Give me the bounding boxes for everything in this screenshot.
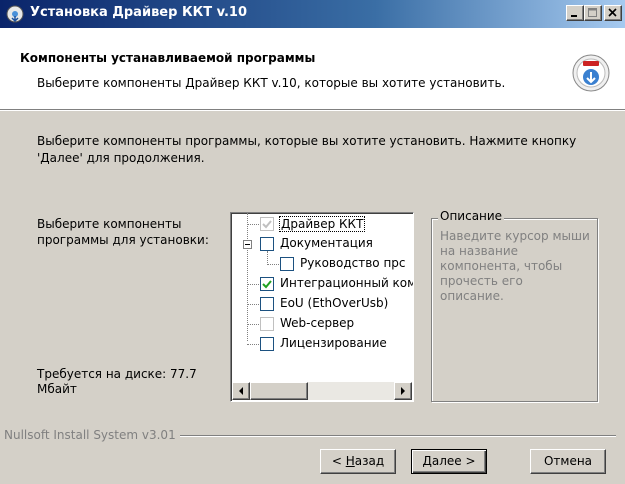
scrollbar-thumb[interactable]: [250, 382, 308, 400]
component-label: Лицензирование: [280, 336, 387, 350]
wizard-header: Компоненты устанавливаемой программы Выб…: [0, 28, 625, 110]
component-label: Драйвер ККТ: [279, 216, 366, 232]
installer-app-icon: [6, 5, 24, 23]
component-checkbox[interactable]: [280, 257, 294, 271]
header-divider: [0, 110, 625, 111]
installer-disc-icon: [572, 54, 610, 92]
component-checkbox[interactable]: [260, 317, 274, 331]
tree-line: [267, 264, 279, 265]
component-checkbox[interactable]: [260, 337, 274, 351]
collapse-toggle[interactable]: [243, 240, 252, 249]
component-label: Руководство прс: [300, 256, 406, 270]
checkmark-icon: [262, 280, 272, 289]
components-tree[interactable]: Драйвер ККТ Документация Руководство прс…: [230, 212, 414, 402]
component-label: EoU (EthOverUsb): [280, 296, 389, 310]
close-button[interactable]: [604, 5, 622, 21]
back-button-mnemonic: Н: [345, 454, 355, 468]
components-tree-viewport: Драйвер ККТ Документация Руководство прс…: [231, 213, 413, 381]
component-checkbox[interactable]: [260, 237, 274, 251]
tree-line: [247, 284, 259, 285]
component-checkbox[interactable]: [260, 217, 274, 231]
window-title: Установка Драйвер ККТ v.10: [30, 5, 248, 20]
tree-line: [267, 251, 268, 265]
description-text: Наведите курсор мыши на название компоне…: [440, 229, 590, 303]
component-label: Интеграционный ком: [280, 276, 413, 290]
component-checkbox[interactable]: [260, 277, 274, 291]
page-title: Компоненты устанавливаемой программы: [20, 51, 316, 65]
checkmark-icon: [262, 220, 272, 229]
title-bar[interactable]: Установка Драйвер ККТ v.10: [0, 0, 625, 28]
scroll-right-button[interactable]: [394, 382, 412, 400]
description-legend: Описание: [438, 209, 505, 223]
next-button-mnemonic: Д: [422, 454, 432, 468]
scroll-left-button[interactable]: [232, 382, 250, 400]
intro-text: Выберите компоненты программы, которые в…: [37, 134, 577, 165]
cancel-button[interactable]: Отмена: [530, 449, 606, 474]
maximize-icon: [588, 8, 597, 17]
next-button[interactable]: Далее >: [411, 449, 487, 474]
back-button-label: азад: [354, 454, 385, 468]
maximize-button[interactable]: [584, 5, 602, 21]
back-button[interactable]: < Назад: [320, 449, 396, 474]
minimize-icon: [571, 15, 577, 17]
back-button-prefix: <: [331, 454, 346, 468]
tree-line: [247, 344, 259, 345]
next-button-label: алее >: [431, 454, 476, 468]
component-label: Web-сервер: [280, 316, 355, 330]
space-required-label: Требуется на диске: 77.7 Мбайт: [37, 367, 197, 396]
minimize-button[interactable]: [566, 5, 584, 21]
tree-line: [247, 213, 248, 341]
installer-window: Установка Драйвер ККТ v.10 Компоненты ус…: [0, 0, 625, 484]
horizontal-scrollbar[interactable]: [232, 382, 412, 400]
component-label: Документация: [280, 236, 373, 250]
tree-line: [247, 304, 259, 305]
arrow-left-icon: [239, 387, 243, 395]
tree-line: [247, 324, 259, 325]
close-icon: [608, 8, 617, 17]
arrow-right-icon: [401, 387, 405, 395]
component-checkbox[interactable]: [260, 297, 274, 311]
tree-line: [247, 224, 259, 225]
page-subtitle: Выберите компоненты Драйвер ККТ v.10, ко…: [37, 76, 506, 90]
choose-components-label: Выберите компоненты программы для устано…: [37, 217, 209, 247]
branding-text: Nullsoft Install System v3.01: [4, 428, 180, 442]
